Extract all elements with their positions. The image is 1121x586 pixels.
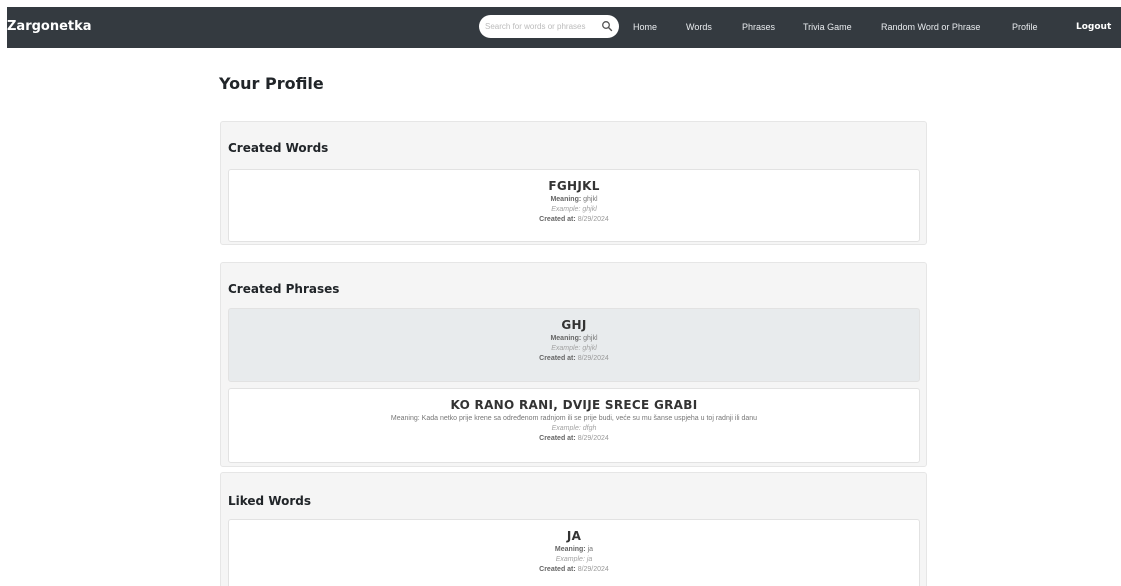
brand-logo[interactable]: Zargonetka [7, 7, 92, 48]
card-example: Example: ja [555, 556, 593, 563]
logout-button[interactable]: Logout [1076, 7, 1111, 48]
search-input[interactable] [485, 18, 595, 35]
card-title: FGHJKL [548, 179, 600, 193]
created-phrases-section: Created Phrases GHJ Meaning: ghjkl Examp… [220, 262, 927, 467]
card-meaning: Meaning: ghjkl [550, 196, 598, 203]
word-card[interactable]: JA Meaning: ja Example: ja Created at: 8… [228, 519, 920, 586]
section-title: Created Words [228, 141, 329, 155]
liked-words-section: Liked Words JA Meaning: ja Example: ja C… [220, 472, 927, 586]
card-meaning: Meaning: ja [554, 546, 594, 553]
nav-profile[interactable]: Profile [1012, 7, 1038, 48]
section-title: Created Phrases [228, 282, 340, 296]
card-created-at: Created at: 8/29/2024 [539, 355, 609, 362]
section-title: Liked Words [228, 494, 312, 508]
search-box [479, 15, 619, 38]
card-example: Example: ghjkl [551, 206, 597, 213]
card-title: GHJ [561, 318, 587, 332]
card-created-at: Created at: 8/29/2024 [539, 216, 609, 223]
card-meaning: Meaning: Kada netko prije krene sa određ… [390, 415, 758, 422]
page-title: Your Profile [219, 74, 324, 93]
navbar: Zargonetka Home Words Phrases Trivia Gam… [7, 7, 1121, 48]
card-example: Example: ghjkl [551, 345, 597, 352]
phrase-card[interactable]: KO RANO RANI, DVIJE SRECE GRABI Meaning:… [228, 388, 920, 463]
nav-words[interactable]: Words [686, 7, 712, 48]
nav-random-word-or-phrase[interactable]: Random Word or Phrase [881, 7, 980, 48]
card-created-at: Created at: 8/29/2024 [539, 435, 609, 442]
nav-trivia-game[interactable]: Trivia Game [803, 7, 852, 48]
card-example: Example: dfgh [551, 425, 597, 432]
search-icon[interactable] [601, 20, 613, 32]
word-card[interactable]: FGHJKL Meaning: ghjkl Example: ghjkl Cre… [228, 169, 920, 242]
nav-phrases[interactable]: Phrases [742, 7, 775, 48]
phrase-card[interactable]: GHJ Meaning: ghjkl Example: ghjkl Create… [228, 308, 920, 382]
nav-home[interactable]: Home [633, 7, 657, 48]
card-title: JA [566, 529, 582, 543]
card-created-at: Created at: 8/29/2024 [539, 566, 609, 573]
created-words-section: Created Words FGHJKL Meaning: ghjkl Exam… [220, 121, 927, 245]
card-title: KO RANO RANI, DVIJE SRECE GRABI [450, 398, 698, 412]
card-meaning: Meaning: ghjkl [550, 335, 598, 342]
